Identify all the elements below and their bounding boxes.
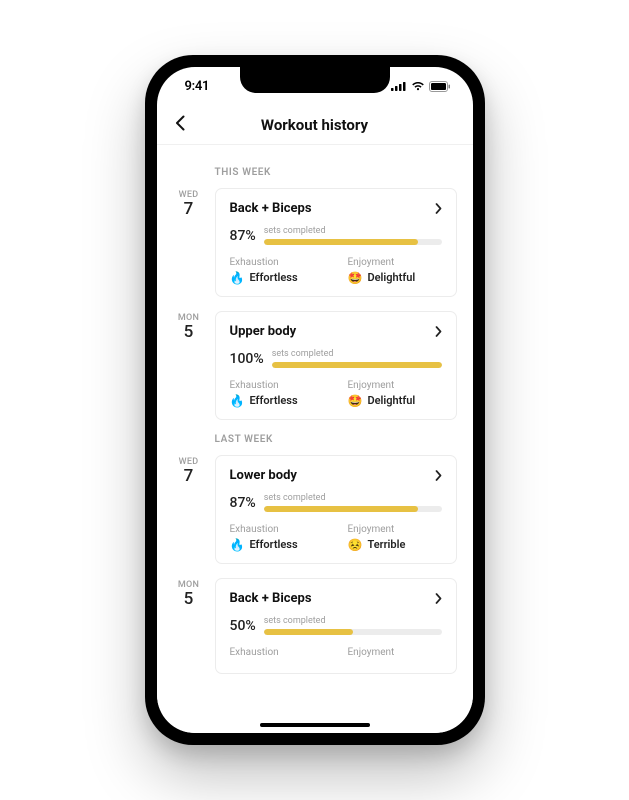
phone-frame: 9:41 Workout history THIS WEEK WED 7	[145, 55, 485, 745]
chevron-left-icon	[175, 115, 185, 131]
date-day: 5	[173, 590, 205, 609]
exhaustion-value: Effortless	[249, 271, 297, 284]
workout-row: WED 7 Back + Biceps 87% sets completed	[173, 188, 457, 297]
date-day: 5	[173, 323, 205, 342]
progress-bar	[264, 629, 442, 635]
enjoyment-label: Enjoyment	[348, 524, 442, 535]
workout-card[interactable]: Lower body 87% sets completed Exhaustion	[215, 455, 457, 564]
status-time: 9:41	[185, 79, 210, 94]
progress-fill	[264, 506, 419, 512]
progress-bar	[264, 239, 442, 245]
enjoyment-value: Delightful	[367, 394, 415, 407]
completion-label: sets completed	[264, 226, 442, 236]
enjoyment-label: Enjoyment	[348, 257, 442, 268]
progress-bar	[272, 362, 442, 368]
flame-icon: 🔥	[230, 272, 245, 284]
workout-title: Lower body	[230, 468, 297, 483]
chevron-right-icon	[435, 203, 442, 214]
date-day: 7	[173, 200, 205, 219]
exhaustion-value: Effortless	[249, 538, 297, 551]
exhaustion-label: Exhaustion	[230, 647, 324, 658]
flame-icon: 🔥	[230, 539, 245, 551]
workout-row: MON 5 Back + Biceps 50% sets completed	[173, 578, 457, 674]
section-header: THIS WEEK	[215, 167, 457, 178]
home-indicator[interactable]	[260, 723, 370, 727]
chevron-right-icon	[435, 326, 442, 337]
date-column: MON 5	[173, 311, 205, 420]
workout-card[interactable]: Back + Biceps 87% sets completed Exhaust…	[215, 188, 457, 297]
progress-bar	[264, 506, 442, 512]
chevron-right-icon	[435, 593, 442, 604]
wifi-icon	[411, 81, 425, 91]
battery-icon	[429, 81, 451, 92]
completion-label: sets completed	[264, 493, 442, 503]
date-column: WED 7	[173, 188, 205, 297]
workout-row: WED 7 Lower body 87% sets completed	[173, 455, 457, 564]
completion-percent: 100%	[230, 351, 264, 367]
enjoyment-label: Enjoyment	[348, 380, 442, 391]
enjoyment-value: Delightful	[367, 271, 415, 284]
face-icon: 🤩	[348, 395, 363, 407]
workout-card[interactable]: Back + Biceps 50% sets completed Exhaust…	[215, 578, 457, 674]
workout-title: Upper body	[230, 324, 297, 339]
completion-percent: 50%	[230, 618, 256, 634]
progress-fill	[264, 239, 419, 245]
section-header: LAST WEEK	[215, 434, 457, 445]
date-column: MON 5	[173, 578, 205, 674]
workout-title: Back + Biceps	[230, 201, 312, 216]
workout-title: Back + Biceps	[230, 591, 312, 606]
workout-card[interactable]: Upper body 100% sets completed Exhaustio…	[215, 311, 457, 420]
date-column: WED 7	[173, 455, 205, 564]
exhaustion-label: Exhaustion	[230, 380, 324, 391]
exhaustion-label: Exhaustion	[230, 257, 324, 268]
signal-icon	[391, 81, 407, 91]
status-icons	[391, 81, 451, 92]
completion-label: sets completed	[264, 616, 442, 626]
enjoyment-value: Terrible	[367, 538, 405, 551]
page-title: Workout history	[261, 116, 368, 134]
exhaustion-label: Exhaustion	[230, 524, 324, 535]
completion-percent: 87%	[230, 495, 256, 511]
completion-percent: 87%	[230, 228, 256, 244]
face-icon: 😣	[348, 539, 363, 551]
enjoyment-label: Enjoyment	[348, 647, 442, 658]
chevron-right-icon	[435, 470, 442, 481]
flame-icon: 🔥	[230, 395, 245, 407]
face-icon: 🤩	[348, 272, 363, 284]
back-button[interactable]	[171, 111, 189, 139]
workout-row: MON 5 Upper body 100% sets completed	[173, 311, 457, 420]
phone-screen: 9:41 Workout history THIS WEEK WED 7	[157, 67, 473, 733]
notch	[240, 67, 390, 93]
exhaustion-value: Effortless	[249, 394, 297, 407]
completion-label: sets completed	[272, 349, 442, 359]
progress-fill	[272, 362, 442, 368]
content-scroll[interactable]: THIS WEEK WED 7 Back + Biceps 87% sets c…	[157, 145, 473, 733]
date-day: 7	[173, 467, 205, 486]
progress-fill	[264, 629, 353, 635]
nav-bar: Workout history	[157, 105, 473, 145]
